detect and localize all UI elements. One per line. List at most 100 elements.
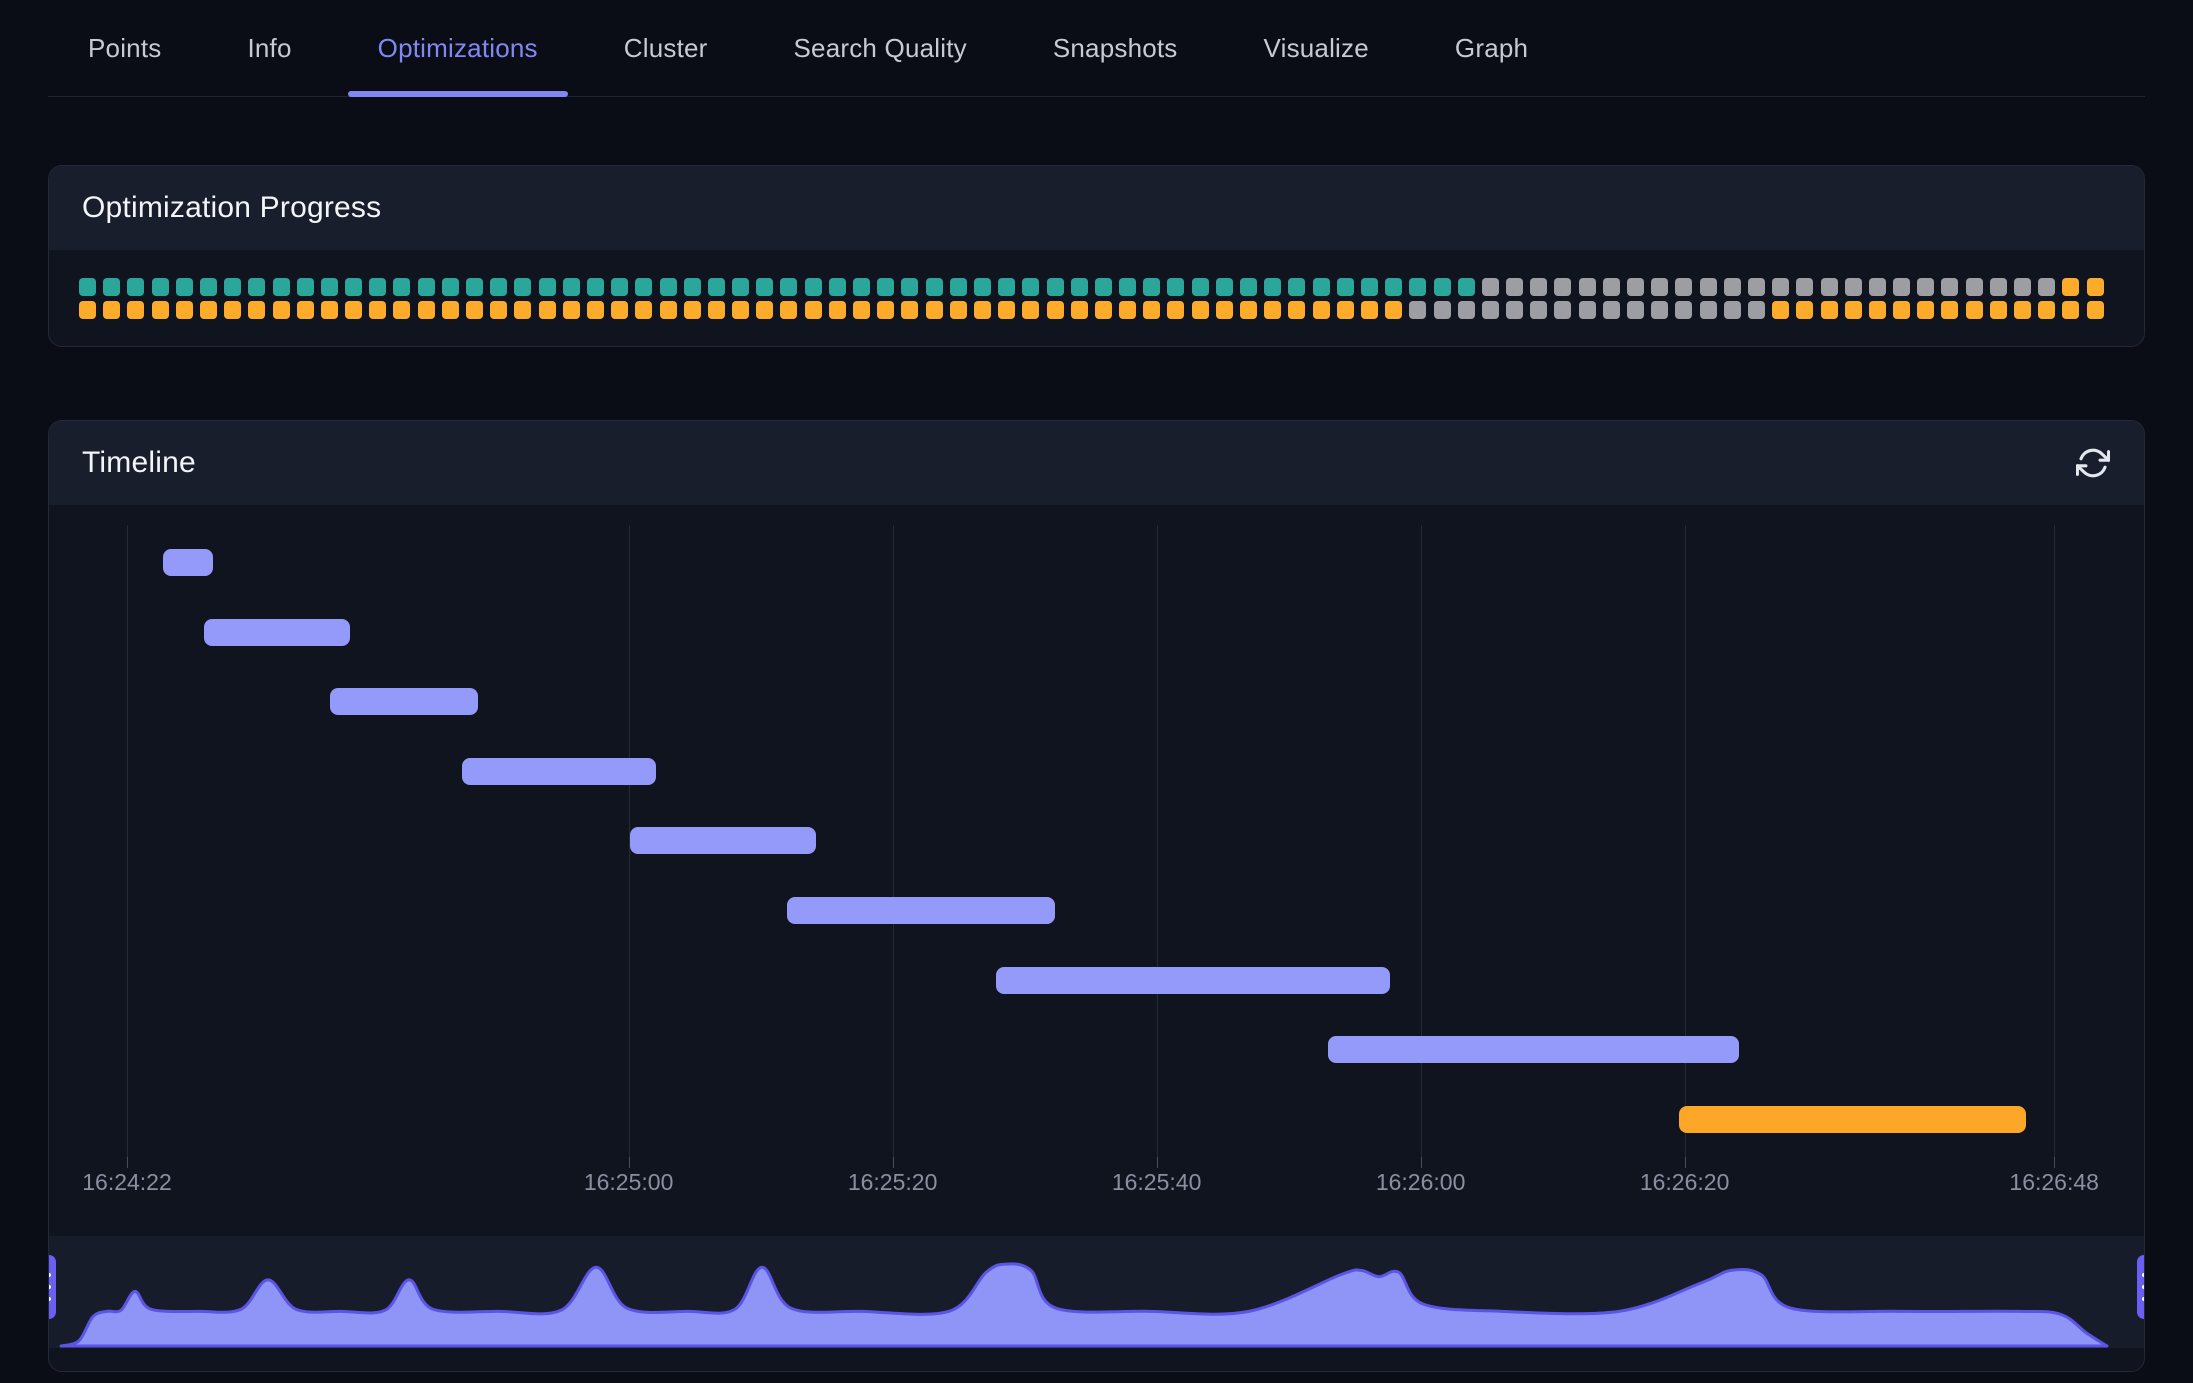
progress-cell-orange [829,301,846,319]
progress-cell-orange [805,301,822,319]
progress-cell-orange [1941,301,1958,319]
progress-cell-teal [1385,278,1402,296]
progress-cell-orange [103,301,120,319]
progress-cell-orange [877,301,894,319]
progress-cell-gray [1772,278,1789,296]
brush-left-handle[interactable] [48,1255,56,1319]
progress-cell-teal [780,278,797,296]
progress-cell-orange [2087,278,2104,296]
progress-cell-orange [950,301,967,319]
progress-cell-teal [1167,278,1184,296]
progress-cell-orange [708,301,725,319]
progress-cell-orange [901,301,918,319]
progress-cell-teal [1216,278,1233,296]
progress-cell-orange [587,301,604,319]
progress-cell-orange [1167,301,1184,319]
gantt-bar-row-8[interactable] [1679,1106,2026,1133]
progress-cell-gray [1627,301,1644,319]
tab-search-quality[interactable]: Search Quality [764,0,997,96]
axis-label: 16:25:20 [848,1169,938,1196]
axis-label: 16:26:48 [2009,1169,2099,1196]
tab-graph[interactable]: Graph [1425,0,1558,96]
progress-cell-teal [611,278,628,296]
progress-cell-orange [1022,301,1039,319]
gantt-bar-row-4[interactable] [630,827,816,854]
gantt-gridline [2054,525,2055,1157]
gantt-bar-row-1[interactable] [204,619,351,646]
tab-visualize[interactable]: Visualize [1234,0,1399,96]
tab-points[interactable]: Points [58,0,191,96]
gantt-bar-row-3[interactable] [462,758,656,785]
progress-cell-gray [1554,301,1571,319]
tab-snapshots[interactable]: Snapshots [1023,0,1208,96]
gantt-bar-row-6[interactable] [996,967,1391,994]
refresh-button[interactable] [2075,445,2111,481]
tab-cluster[interactable]: Cluster [594,0,738,96]
progress-cell-orange [345,301,362,319]
progress-row-top [79,278,2114,296]
brush-right-handle[interactable] [2137,1255,2145,1319]
progress-cell-orange [974,301,991,319]
axis-tick [629,1157,630,1168]
progress-cell-gray [1579,278,1596,296]
gantt-bar-row-2[interactable] [330,688,478,715]
progress-cell-orange [1821,301,1838,319]
tab-info[interactable]: Info [217,0,321,96]
progress-cell-orange [2087,301,2104,319]
progress-cell-orange [1264,301,1281,319]
progress-cell-teal [514,278,531,296]
progress-cell-teal [103,278,120,296]
axis-tick [1421,1157,1422,1168]
progress-cell-teal [539,278,556,296]
handle-dot [48,1297,51,1301]
progress-cell-teal [1143,278,1160,296]
axis-tick [1157,1157,1158,1168]
axis-label: 16:24:22 [82,1169,172,1196]
progress-cell-gray [1434,301,1451,319]
progress-cell-orange [1385,301,1402,319]
progress-cell-gray [1821,278,1838,296]
progress-cell-orange [1288,301,1305,319]
progress-cell-gray [1458,301,1475,319]
progress-cell-teal [79,278,96,296]
tab-optimizations[interactable]: Optimizations [348,0,568,96]
progress-cell-orange [127,301,144,319]
gantt-bar-row-5[interactable] [787,897,1055,924]
progress-cell-orange [1240,301,1257,319]
progress-cell-gray [1869,278,1886,296]
progress-cell-orange [998,301,1015,319]
progress-cell-teal [1192,278,1209,296]
progress-cell-orange [1047,301,1064,319]
progress-cell-gray [1530,301,1547,319]
progress-cell-teal [297,278,314,296]
timeline-card-title: Timeline [82,446,196,480]
progress-cell-orange [321,301,338,319]
gantt-bar-row-7[interactable] [1328,1036,1739,1063]
gantt-gridline [127,525,128,1157]
progress-cell-orange [2014,301,2031,319]
progress-cell-teal [756,278,773,296]
optimization-progress-card: Optimization Progress [48,165,2145,347]
progress-cell-orange [660,301,677,319]
handle-dot [48,1285,51,1289]
progress-cell-gray [1506,301,1523,319]
progress-cell-orange [79,301,96,319]
axis-tick [1685,1157,1686,1168]
progress-cell-orange [152,301,169,319]
handle-dot [2142,1273,2145,1277]
gantt-gridline [1157,525,1158,1157]
progress-cell-orange [490,301,507,319]
progress-cell-orange [732,301,749,319]
progress-cell-teal [1337,278,1354,296]
progress-cell-gray [1796,278,1813,296]
gantt-bar-row-0[interactable] [163,549,213,576]
progress-cell-gray [1675,301,1692,319]
progress-cell-orange [1313,301,1330,319]
timeline-brush[interactable] [49,1236,2144,1348]
progress-cell-teal [1095,278,1112,296]
progress-cell-teal [442,278,459,296]
progress-cell-orange [1119,301,1136,319]
progress-cell-teal [1458,278,1475,296]
progress-cell-teal [176,278,193,296]
progress-cell-teal [369,278,386,296]
